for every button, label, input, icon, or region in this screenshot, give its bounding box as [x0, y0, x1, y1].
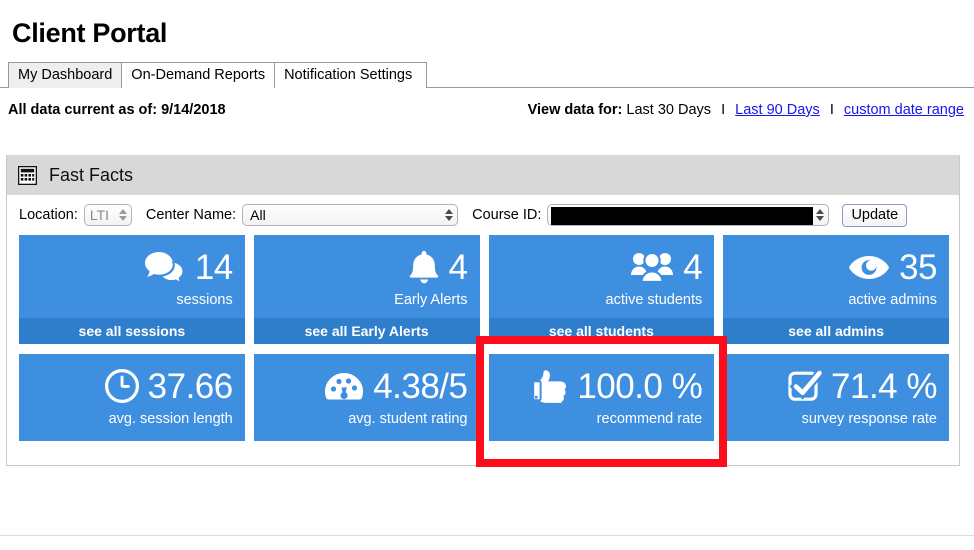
- data-currency-row: All data current as of: 9/14/2018 View d…: [0, 88, 974, 118]
- tile-body: 14 sessions: [19, 235, 245, 318]
- tile-value: 4.38/5: [373, 366, 468, 406]
- tile-footer-link[interactable]: see all Early Alerts: [253, 318, 480, 344]
- range-link-last-90-days[interactable]: Last 90 Days: [735, 102, 820, 118]
- tile-main: 4: [501, 245, 703, 289]
- tile-body: 35 active admins: [723, 235, 949, 318]
- course-id-redaction-bar: [551, 207, 814, 225]
- gauge-icon: [324, 372, 364, 401]
- tab-notification-settings[interactable]: Notification Settings: [274, 62, 423, 88]
- view-data-for-label: View data for:: [527, 102, 623, 118]
- tile-value: 14: [194, 247, 233, 287]
- tile-body: 100.0 % recommend rate: [489, 354, 715, 441]
- tile-body: 4 active students: [489, 235, 715, 318]
- tile-value: 4: [448, 247, 468, 287]
- tile-main: 35: [735, 245, 937, 289]
- tile-label: active students: [605, 292, 703, 308]
- tile-label: survey response rate: [801, 411, 937, 427]
- tab-my-dashboard[interactable]: My Dashboard: [8, 62, 123, 88]
- tile-main: 100.0 %: [501, 364, 703, 408]
- speech-bubbles-icon: [144, 251, 186, 284]
- tile-label: active admins: [848, 292, 937, 308]
- eye-icon: [848, 254, 890, 281]
- clock-icon: [104, 369, 139, 403]
- tile-label: Early Alerts: [394, 292, 468, 308]
- tile-body: 71.4 % survey response rate: [723, 354, 949, 441]
- course-id-select[interactable]: [547, 204, 830, 226]
- range-separator-2: I: [829, 102, 834, 118]
- tile-label: avg. session length: [108, 411, 233, 427]
- location-label: Location:: [19, 207, 78, 223]
- date-range-selector: View data for: Last 30 Days I Last 90 Da…: [528, 102, 964, 118]
- tile-footer-link[interactable]: see all students: [488, 318, 715, 344]
- tile-body: 4.38/5 avg. student rating: [254, 354, 480, 441]
- tile-value: 71.4 %: [831, 366, 937, 406]
- location-select-value: LTI: [89, 207, 110, 223]
- tile-avg-student-rating[interactable]: 4.38/5 avg. student rating: [253, 354, 480, 441]
- thumbs-up-icon: [532, 369, 568, 403]
- chevron-updown-icon: [118, 209, 127, 221]
- tile-sessions[interactable]: 14 sessions see all sessions: [19, 235, 245, 344]
- tile-main: 14: [31, 245, 233, 289]
- data-current-as-of: All data current as of: 9/14/2018: [8, 102, 226, 118]
- update-button[interactable]: Update: [842, 203, 908, 227]
- tile-active-students[interactable]: 4 active students see all students: [488, 235, 715, 344]
- bell-icon: [408, 250, 440, 285]
- fast-facts-panel: Fast Facts Location: LTI Center Name: Al…: [6, 155, 960, 467]
- tile-active-admins[interactable]: 35 active admins see all admins: [723, 235, 949, 344]
- bottom-divider: [0, 535, 974, 536]
- chevron-updown-icon: [445, 209, 454, 221]
- tile-label: recommend rate: [596, 411, 703, 427]
- filter-row: Location: LTI Center Name: All Course ID…: [7, 195, 959, 235]
- checkbox-checked-icon: [788, 369, 823, 403]
- tab-bar: My Dashboard On-Demand Reports Notificat…: [0, 62, 974, 88]
- center-name-label: Center Name:: [145, 207, 237, 223]
- tile-value: 4: [683, 247, 703, 287]
- fast-facts-title: Fast Facts: [49, 164, 134, 185]
- tile-footer-link[interactable]: see all sessions: [19, 318, 245, 344]
- tile-early-alerts[interactable]: 4 Early Alerts see all Early Alerts: [253, 235, 480, 344]
- tab-bar-filler: [421, 62, 428, 88]
- tile-value: 35: [899, 247, 937, 287]
- tile-body: 4 Early Alerts: [254, 235, 480, 318]
- tile-main: 71.4 %: [735, 364, 937, 408]
- range-current-value: Last 30 Days: [626, 102, 712, 118]
- tile-label: avg. student rating: [348, 411, 468, 427]
- location-select[interactable]: LTI: [83, 204, 132, 226]
- tile-row-2: 37.66 avg. session length 4.38/5 avg. st…: [19, 336, 949, 467]
- tile-label: sessions: [176, 292, 233, 308]
- page-title: Client Portal: [12, 18, 168, 48]
- grid-icon: [18, 165, 37, 185]
- tile-recommend-rate-wrapper: 100.0 % recommend rate: [475, 336, 728, 467]
- tab-on-demand-reports[interactable]: On-Demand Reports: [121, 62, 276, 88]
- tile-main: 4: [266, 245, 468, 289]
- chevron-updown-icon: [816, 209, 825, 221]
- fast-facts-tiles: 14 sessions see all sessions 4 Early Ale…: [7, 235, 959, 467]
- range-link-custom-date-range[interactable]: custom date range: [844, 102, 964, 118]
- tile-value: 100.0 %: [577, 366, 703, 406]
- center-name-select-value: All: [250, 207, 266, 223]
- tile-value: 37.66: [147, 366, 234, 406]
- center-name-select[interactable]: All: [242, 204, 459, 226]
- tile-avg-session-length[interactable]: 37.66 avg. session length: [19, 354, 245, 441]
- tile-survey-response-rate[interactable]: 71.4 % survey response rate: [723, 354, 949, 441]
- course-id-label: Course ID:: [472, 207, 542, 223]
- tile-row-1: 14 sessions see all sessions 4 Early Ale…: [19, 235, 949, 344]
- tile-recommend-rate[interactable]: 100.0 % recommend rate: [488, 354, 715, 441]
- tile-body: 37.66 avg. session length: [19, 354, 245, 441]
- range-separator-1: I: [721, 102, 726, 118]
- tile-main: 37.66: [31, 364, 233, 408]
- fast-facts-header: Fast Facts: [7, 155, 959, 195]
- tile-main: 4.38/5: [266, 364, 468, 408]
- tile-footer-link[interactable]: see all admins: [723, 318, 949, 344]
- people-group-icon: [630, 251, 674, 283]
